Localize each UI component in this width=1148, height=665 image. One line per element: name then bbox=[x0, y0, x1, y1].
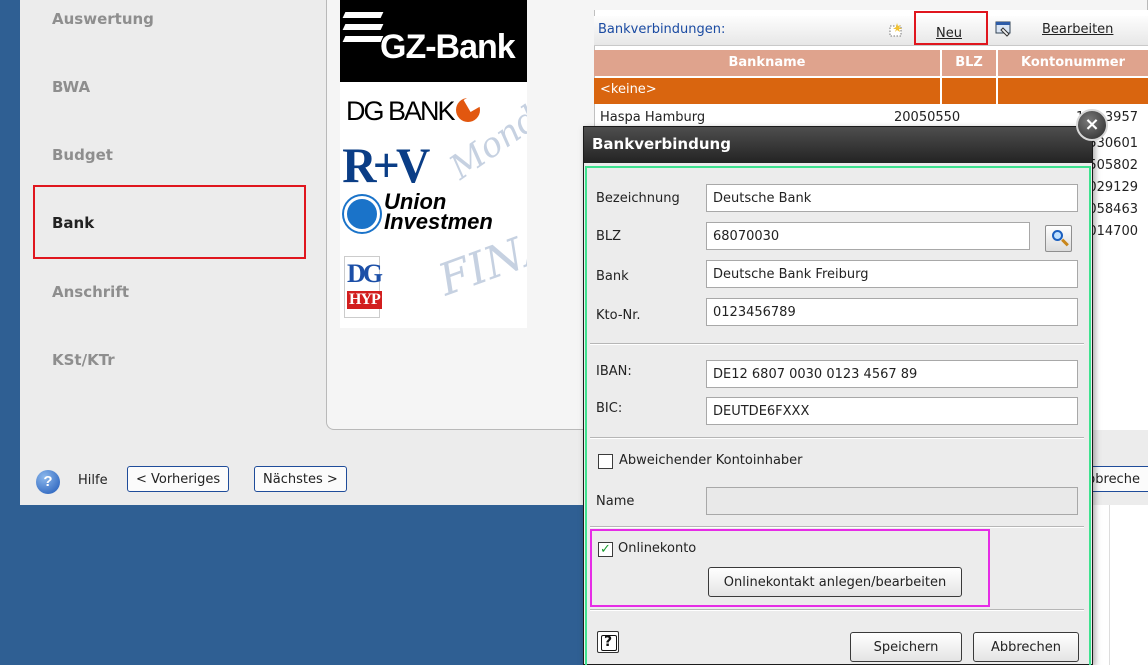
dialog-separator bbox=[590, 609, 1084, 611]
selected-row-text: <keine> bbox=[600, 82, 657, 97]
name-field[interactable] bbox=[706, 487, 1078, 515]
dg-bank-logo: DG BANK bbox=[346, 96, 480, 127]
abweichender-kontoinhaber-label[interactable]: Abweichender Kontoinhaber bbox=[619, 453, 803, 468]
onlinekonto-checkbox[interactable]: ✓ bbox=[598, 542, 613, 557]
bank-label: Bank bbox=[596, 269, 629, 284]
new-record-icon[interactable] bbox=[888, 22, 904, 38]
bic-label: BIC: bbox=[596, 401, 623, 416]
rv-logo: R+V bbox=[342, 137, 430, 193]
cell-bankname: Haspa Hamburg bbox=[600, 110, 706, 125]
iban-label: IBAN: bbox=[596, 364, 632, 379]
new-button[interactable]: Neu bbox=[914, 11, 988, 45]
nav-item-budget[interactable]: Budget bbox=[52, 146, 113, 164]
union-logo-mark bbox=[344, 196, 380, 232]
onlinekontakt-button[interactable]: Onlinekontakt anlegen/bearbeiten bbox=[708, 567, 962, 597]
iban-field[interactable] bbox=[706, 360, 1078, 388]
nav-item-kst-ktr[interactable]: KSt/KTr bbox=[52, 351, 115, 369]
nav-highlight-box bbox=[33, 185, 306, 259]
dialog-help-icon[interactable]: ? bbox=[597, 631, 619, 653]
cell-blz: 20050550 bbox=[894, 110, 961, 125]
nav-item-auswertung[interactable]: Auswertung bbox=[52, 10, 154, 28]
bezeichnung-label: Bezeichnung bbox=[596, 191, 680, 206]
column-header-kontonummer[interactable]: Kontonummer bbox=[998, 50, 1148, 76]
union-investment-logo: Union Investmen bbox=[384, 189, 493, 234]
partner-banner: FINAN Mondi GZ-Bank DG BANK R+V Union In… bbox=[340, 0, 527, 328]
cell-kontonummer: 029129 bbox=[1088, 180, 1138, 195]
cell-kontonummer: 014700 bbox=[1088, 224, 1138, 239]
next-button[interactable]: Nächstes > bbox=[254, 466, 347, 492]
cell-kontonummer: 058463 bbox=[1088, 202, 1138, 217]
edit-record-icon[interactable] bbox=[995, 20, 1011, 37]
dg-bank-logo-text: DG BANK bbox=[346, 96, 456, 126]
nav-item-anschrift[interactable]: Anschrift bbox=[52, 283, 129, 301]
dg-hyp-logo: DG HYP bbox=[344, 256, 383, 318]
edit-button[interactable]: Bearbeiten bbox=[1042, 22, 1113, 37]
cancel-button[interactable]: Abbrechen bbox=[973, 632, 1079, 662]
dialog-separator bbox=[590, 437, 1084, 439]
bank-field[interactable] bbox=[706, 260, 1078, 288]
grid-header: Bankname BLZ Kontonummer bbox=[594, 50, 1148, 76]
dialog-separator bbox=[590, 343, 1084, 345]
search-icon[interactable] bbox=[1045, 225, 1072, 252]
column-header-blz[interactable]: BLZ bbox=[942, 50, 998, 76]
column-header-bankname[interactable]: Bankname bbox=[594, 50, 942, 76]
previous-button[interactable]: < Vorheriges bbox=[127, 466, 230, 492]
help-label[interactable]: Hilfe bbox=[78, 473, 108, 488]
gz-bank-logo: GZ-Bank bbox=[340, 0, 527, 82]
nav-item-bwa[interactable]: BWA bbox=[52, 78, 90, 96]
abweichender-kontoinhaber-checkbox[interactable] bbox=[598, 454, 613, 469]
kto-nr-label: Kto-Nr. bbox=[596, 308, 641, 323]
dialog-separator bbox=[590, 526, 1084, 528]
bic-field[interactable] bbox=[706, 397, 1078, 425]
bezeichnung-field[interactable] bbox=[706, 184, 1078, 212]
blz-label: BLZ bbox=[596, 229, 622, 244]
table-row-selected[interactable]: <keine> bbox=[594, 78, 1148, 104]
close-icon[interactable]: × bbox=[1076, 109, 1108, 141]
cell-kontonummer: 505802 bbox=[1088, 158, 1138, 173]
blz-field[interactable] bbox=[706, 222, 1030, 250]
onlinekonto-label[interactable]: Onlinekonto bbox=[618, 541, 696, 556]
help-icon[interactable]: ? bbox=[36, 470, 60, 494]
grid-title: Bankverbindungen: bbox=[598, 22, 726, 37]
dialog-title: Bankverbindung bbox=[592, 135, 731, 153]
kto-nr-field[interactable] bbox=[706, 298, 1078, 326]
gz-bank-logo-text: GZ-Bank bbox=[380, 28, 516, 66]
name-label: Name bbox=[596, 494, 635, 509]
save-button[interactable]: Speichern bbox=[850, 632, 962, 662]
